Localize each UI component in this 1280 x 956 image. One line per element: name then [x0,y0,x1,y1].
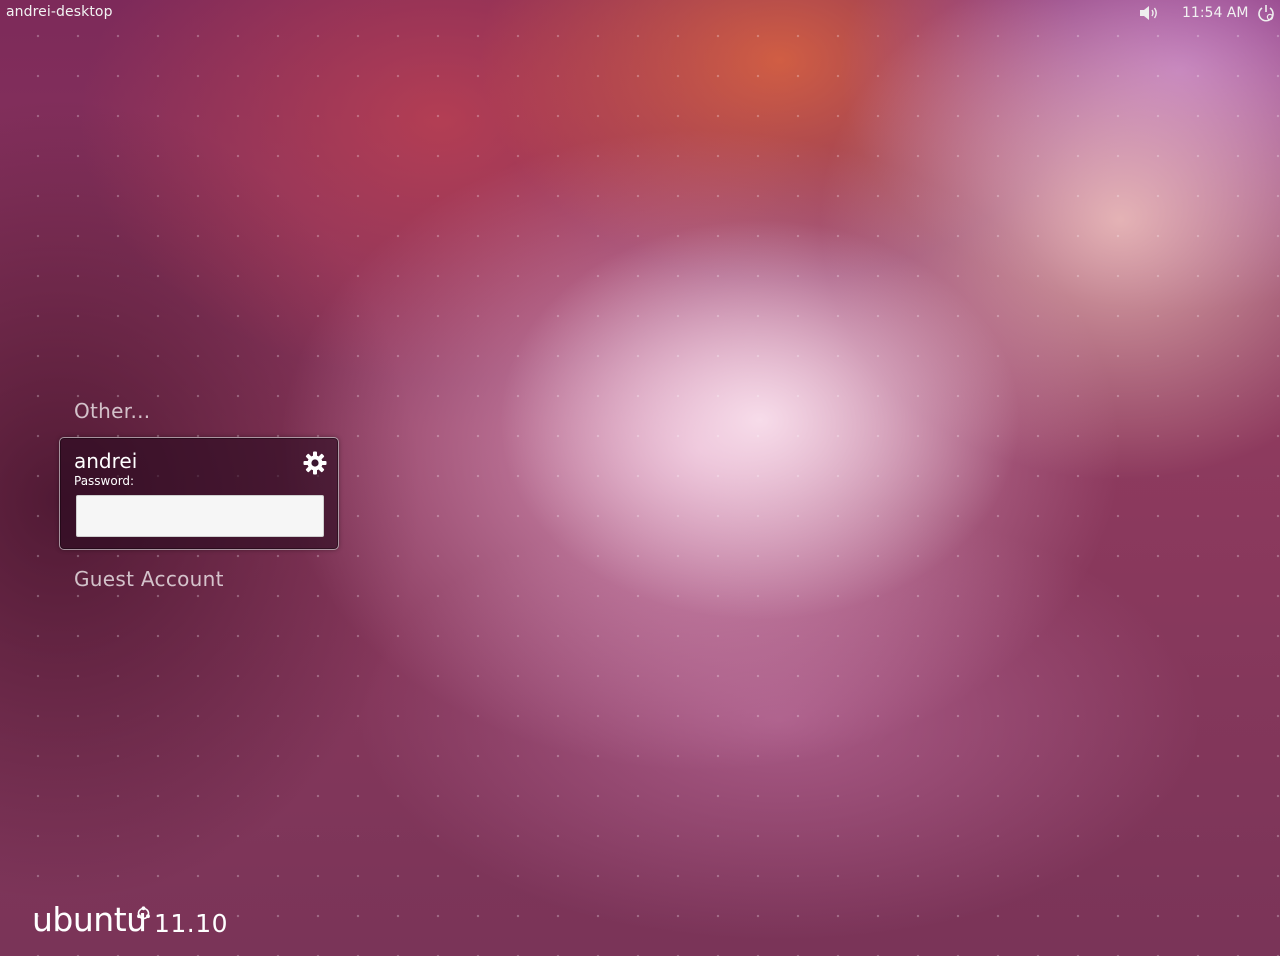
version-label: 11.10 [154,909,229,938]
gear-icon[interactable] [302,450,328,476]
circle-of-friends-icon [136,906,151,921]
password-input[interactable] [76,495,324,537]
top-panel: andrei-desktop 11:54 AM [0,0,1280,25]
logo-wordmark: ubuntu [32,900,147,939]
hostname-label: andrei-desktop [6,4,113,20]
login-box: andrei Password: [59,437,339,550]
login-screen: andrei-desktop 11:54 AM Other... andrei [0,0,1280,956]
power-icon[interactable] [1256,3,1276,23]
user-entry-guest[interactable]: Guest Account [74,567,224,591]
volume-icon[interactable] [1137,4,1161,22]
user-entry-other[interactable]: Other... [74,399,150,423]
clock[interactable]: 11:54 AM [1182,5,1248,21]
password-label: Password: [74,474,135,488]
selected-user-name: andrei [74,449,138,473]
